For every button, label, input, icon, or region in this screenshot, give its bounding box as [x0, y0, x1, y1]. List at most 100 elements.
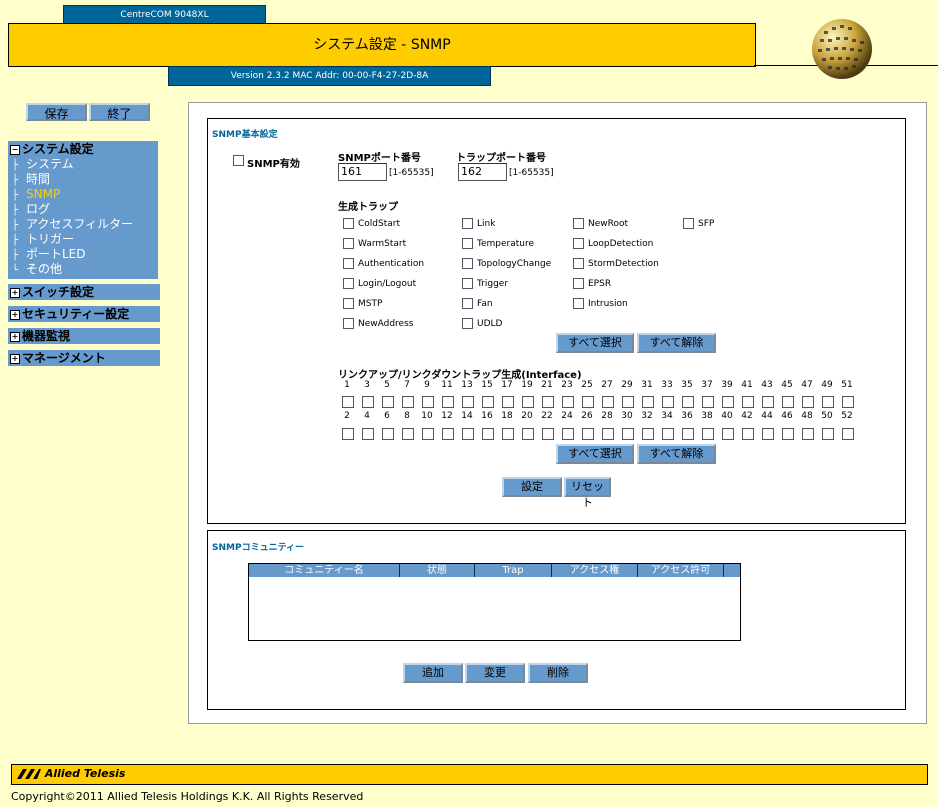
port-checkbox[interactable] [682, 396, 694, 408]
column-header-access-permit[interactable]: アクセス許可 [638, 564, 724, 577]
trap-checkbox[interactable] [343, 278, 354, 289]
port-checkbox[interactable] [502, 428, 514, 440]
trap-checkbox[interactable] [343, 218, 354, 229]
port-checkbox[interactable] [442, 428, 454, 440]
nav-item-time[interactable]: ├ 時間 [8, 172, 158, 187]
nav-management[interactable]: + マネージメント [8, 350, 160, 366]
exit-button[interactable]: 終了 [89, 103, 150, 121]
port-checkbox[interactable] [642, 428, 654, 440]
trap-port-input[interactable]: 162 [458, 163, 507, 181]
port-checkbox[interactable] [802, 428, 814, 440]
port-checkbox[interactable] [502, 396, 514, 408]
clear-all-traps-button[interactable]: すべて解除 [637, 333, 716, 353]
port-checkbox[interactable] [762, 428, 774, 440]
port-checkbox[interactable] [702, 428, 714, 440]
select-all-ports-button[interactable]: すべて選択 [556, 444, 634, 464]
edit-button[interactable]: 変更 [465, 663, 525, 683]
trap-checkbox[interactable] [573, 238, 584, 249]
add-button[interactable]: 追加 [403, 663, 463, 683]
select-all-traps-button[interactable]: すべて選択 [556, 333, 634, 353]
reset-button[interactable]: リセット [564, 477, 611, 509]
port-checkbox[interactable] [382, 428, 394, 440]
nav-item-trigger[interactable]: ├ トリガー [8, 232, 158, 247]
port-checkbox[interactable] [462, 428, 474, 440]
port-checkbox[interactable] [642, 396, 654, 408]
nav-security-settings[interactable]: + セキュリティー設定 [8, 306, 160, 322]
clear-all-ports-button[interactable]: すべて解除 [637, 444, 716, 464]
trap-checkbox[interactable] [573, 298, 584, 309]
trap-checkbox[interactable] [343, 258, 354, 269]
column-header-community-name[interactable]: コミュニティー名 [249, 564, 400, 577]
port-checkbox[interactable] [622, 396, 634, 408]
port-checkbox[interactable] [562, 428, 574, 440]
port-checkbox[interactable] [602, 396, 614, 408]
port-checkbox[interactable] [342, 396, 354, 408]
column-header-status[interactable]: 状態 [400, 564, 475, 577]
port-checkbox[interactable] [422, 428, 434, 440]
port-checkbox[interactable] [382, 396, 394, 408]
port-checkbox[interactable] [342, 428, 354, 440]
nav-item-port-led[interactable]: ├ ポートLED [8, 247, 158, 262]
expand-icon[interactable]: + [10, 353, 20, 364]
port-checkbox[interactable] [622, 428, 634, 440]
trap-checkbox[interactable] [573, 278, 584, 289]
port-checkbox[interactable] [402, 396, 414, 408]
collapse-icon[interactable]: − [10, 144, 20, 155]
port-checkbox[interactable] [522, 428, 534, 440]
nav-item-system[interactable]: ├ システム [8, 157, 158, 172]
trap-checkbox[interactable] [343, 318, 354, 329]
snmp-port-input[interactable]: 161 [338, 163, 387, 181]
nav-system-settings-header[interactable]: − システム設定 [8, 141, 158, 157]
port-checkbox[interactable] [402, 428, 414, 440]
port-checkbox[interactable] [542, 396, 554, 408]
port-checkbox[interactable] [662, 428, 674, 440]
trap-checkbox[interactable] [462, 218, 473, 229]
port-checkbox[interactable] [822, 396, 834, 408]
port-checkbox[interactable] [662, 396, 674, 408]
column-header-access-right[interactable]: アクセス権 [552, 564, 638, 577]
port-checkbox[interactable] [522, 396, 534, 408]
expand-icon[interactable]: + [10, 287, 20, 298]
trap-checkbox[interactable] [462, 258, 473, 269]
trap-checkbox[interactable] [683, 218, 694, 229]
trap-checkbox[interactable] [343, 298, 354, 309]
port-checkbox[interactable] [362, 396, 374, 408]
snmp-enable-checkbox[interactable] [233, 155, 244, 166]
port-checkbox[interactable] [422, 396, 434, 408]
port-checkbox[interactable] [842, 396, 854, 408]
port-checkbox[interactable] [462, 396, 474, 408]
port-checkbox[interactable] [782, 428, 794, 440]
port-checkbox[interactable] [702, 396, 714, 408]
port-checkbox[interactable] [802, 396, 814, 408]
nav-switch-settings[interactable]: + スイッチ設定 [8, 284, 160, 300]
port-checkbox[interactable] [582, 396, 594, 408]
nav-item-log[interactable]: ├ ログ [8, 202, 158, 217]
trap-checkbox[interactable] [462, 298, 473, 309]
nav-item-access-filter[interactable]: ├ アクセスフィルター [8, 217, 158, 232]
port-checkbox[interactable] [822, 428, 834, 440]
column-header-trap[interactable]: Trap [475, 564, 552, 577]
port-checkbox[interactable] [602, 428, 614, 440]
port-checkbox[interactable] [682, 428, 694, 440]
trap-checkbox[interactable] [573, 218, 584, 229]
expand-icon[interactable]: + [10, 309, 20, 320]
apply-button[interactable]: 設定 [502, 477, 562, 497]
port-checkbox[interactable] [722, 428, 734, 440]
nav-item-other[interactable]: └ その他 [8, 262, 158, 277]
expand-icon[interactable]: + [10, 331, 20, 342]
trap-checkbox[interactable] [573, 258, 584, 269]
nav-device-monitor[interactable]: + 機器監視 [8, 328, 160, 344]
port-checkbox[interactable] [542, 428, 554, 440]
port-checkbox[interactable] [442, 396, 454, 408]
trap-checkbox[interactable] [462, 318, 473, 329]
port-checkbox[interactable] [742, 428, 754, 440]
port-checkbox[interactable] [562, 396, 574, 408]
save-button[interactable]: 保存 [26, 103, 87, 121]
trap-checkbox[interactable] [462, 278, 473, 289]
port-checkbox[interactable] [722, 396, 734, 408]
port-checkbox[interactable] [762, 396, 774, 408]
port-checkbox[interactable] [742, 396, 754, 408]
port-checkbox[interactable] [582, 428, 594, 440]
port-checkbox[interactable] [842, 428, 854, 440]
delete-button[interactable]: 削除 [528, 663, 588, 683]
